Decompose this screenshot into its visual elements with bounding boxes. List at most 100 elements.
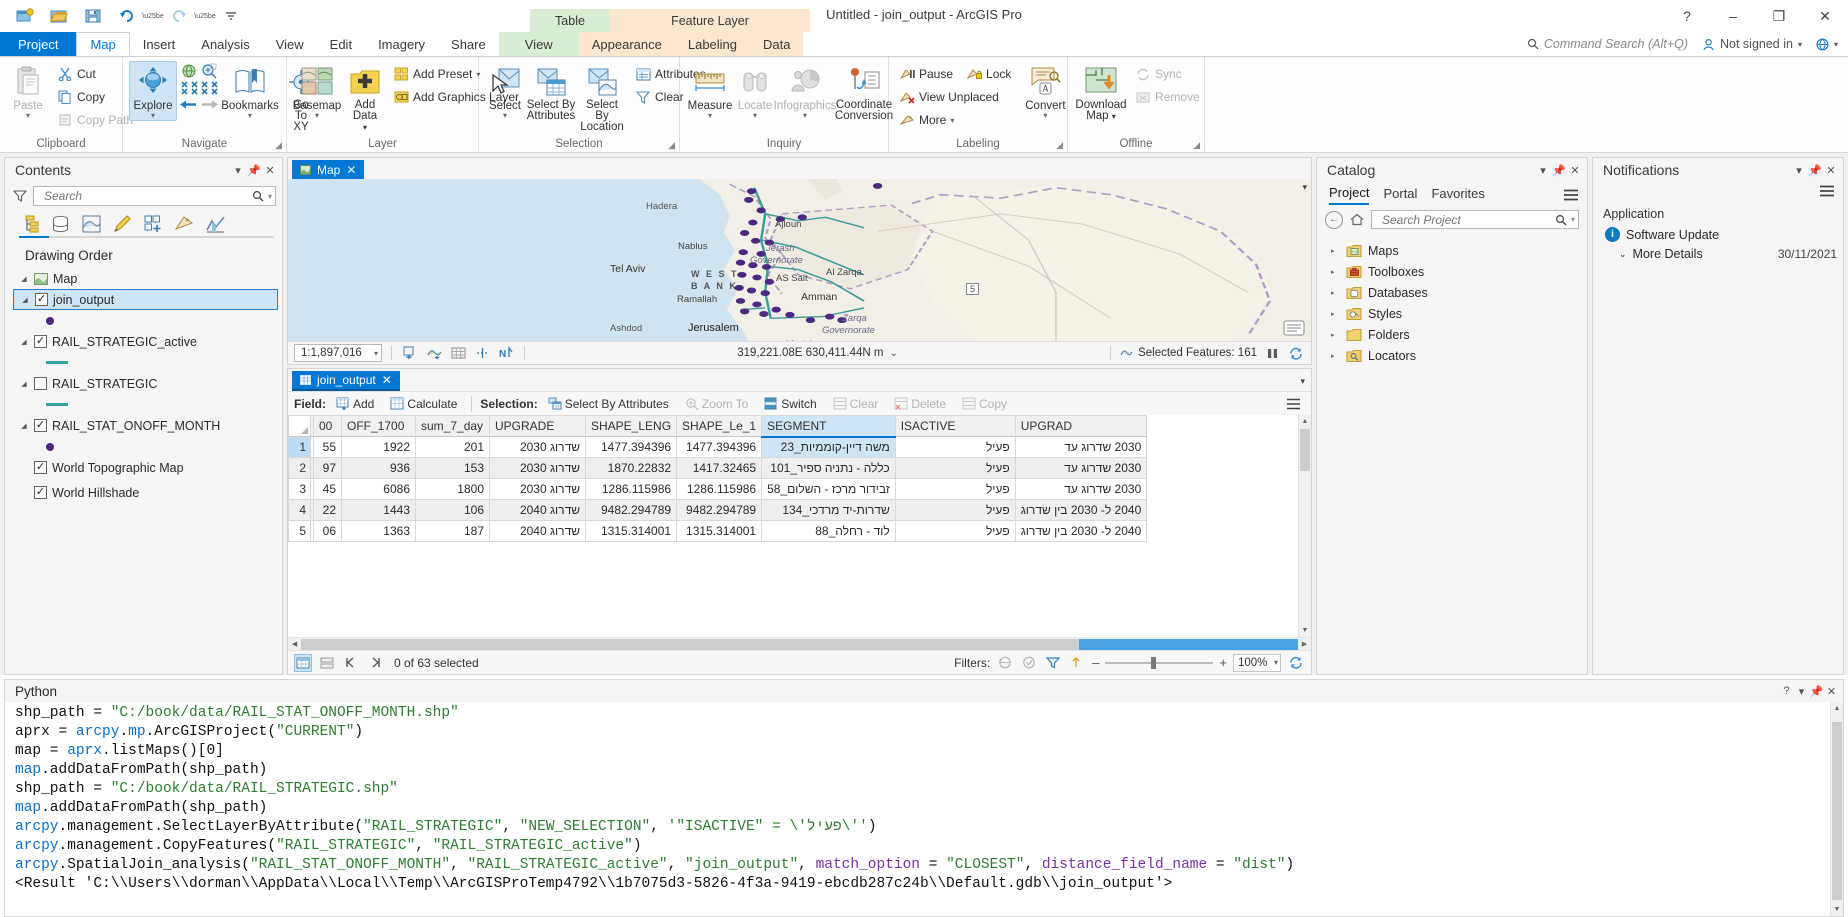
catalog-item-databases[interactable]: ▸ Databases bbox=[1327, 282, 1587, 303]
cell-sum-7-day[interactable]: 201 bbox=[416, 437, 490, 458]
command-search[interactable]: Command Search (Alt+Q) bbox=[1527, 37, 1688, 51]
cell-off-1700[interactable]: 1922 bbox=[342, 437, 416, 458]
contents-pin-icon[interactable]: 📌 bbox=[246, 161, 262, 179]
scroll-down-icon[interactable]: ▼ bbox=[1299, 624, 1311, 637]
cell-shape-leng[interactable]: 1286.115986 bbox=[586, 479, 677, 500]
row-number[interactable]: 5 bbox=[289, 521, 311, 542]
list-by-editing-icon[interactable] bbox=[112, 213, 133, 234]
undo-icon[interactable] bbox=[114, 4, 140, 28]
search-dropdown-icon[interactable]: ▾ bbox=[266, 192, 272, 201]
scroll-right-icon[interactable]: ▶ bbox=[1298, 640, 1311, 648]
column-header-off-1700[interactable]: OFF_1700 bbox=[342, 416, 416, 437]
pause-labeling-button[interactable]: Pause bbox=[895, 63, 960, 85]
remove-offline-button[interactable]: Remove bbox=[1131, 86, 1207, 108]
python-help-icon[interactable]: ? bbox=[1779, 683, 1794, 700]
bookmarks-caret-icon[interactable]: ▾ bbox=[248, 112, 252, 120]
hscroll-thumb[interactable] bbox=[301, 639, 1079, 650]
filter-icon[interactable] bbox=[13, 189, 27, 203]
table-copy-button[interactable]: Copy bbox=[956, 395, 1013, 413]
cell-upgrade[interactable]: שדרוג 2040 bbox=[490, 500, 586, 521]
list-by-snapping-icon[interactable] bbox=[143, 213, 164, 234]
cell-shape-leng[interactable]: 1477.394396 bbox=[586, 437, 677, 458]
tab-project[interactable]: Project bbox=[1329, 185, 1369, 205]
chevron-down-icon[interactable]: ⌄ bbox=[1619, 249, 1627, 260]
view-tab-close-icon[interactable]: ✕ bbox=[346, 163, 356, 177]
scroll-left-icon[interactable]: ◀ bbox=[288, 640, 301, 648]
expander-icon[interactable]: ▸ bbox=[1331, 331, 1340, 339]
column-header-c00[interactable]: 00 bbox=[314, 416, 342, 437]
cell-upgrade[interactable]: שדרוג 2040 bbox=[490, 521, 586, 542]
add-data-button[interactable]: AddData ▾ bbox=[344, 61, 386, 134]
more-labeling-caret-icon[interactable]: ▾ bbox=[950, 116, 954, 125]
table-row[interactable]: 4 22 1443 106 שדרוג 2040 9482.294789 948… bbox=[289, 500, 1147, 521]
catalog-options-menu-icon[interactable] bbox=[1563, 189, 1579, 201]
selected-features-status-icon[interactable] bbox=[425, 344, 443, 362]
tab-imagery[interactable]: Imagery bbox=[365, 32, 438, 56]
convert-labels-button[interactable]: A Convert ▾ bbox=[1021, 61, 1069, 121]
notification-item-software-update[interactable]: i Software Update bbox=[1593, 225, 1843, 244]
scroll-thumb[interactable] bbox=[1832, 722, 1842, 900]
measure-caret-icon[interactable]: ▾ bbox=[708, 112, 712, 120]
catalog-item-toolboxes[interactable]: ▸ Toolboxes bbox=[1327, 261, 1587, 282]
cell-isactive[interactable]: פעיל bbox=[895, 521, 1015, 542]
locate-button[interactable]: Locate ▾ bbox=[734, 61, 776, 121]
cell-segment[interactable]: זבידור מרכז - השלום_58 bbox=[762, 479, 896, 500]
locate-caret-icon[interactable]: ▾ bbox=[753, 112, 757, 120]
sidebar-item-rail-strategic-active[interactable]: ◢ ✓ RAIL_STRATEGIC_active bbox=[13, 331, 282, 352]
expander-icon[interactable]: ▸ bbox=[1331, 352, 1340, 360]
full-extent-icon[interactable] bbox=[181, 63, 198, 79]
column-header-upgrade[interactable]: UPGRADE bbox=[490, 416, 586, 437]
scale-dropdown-icon[interactable]: ▾ bbox=[374, 349, 378, 358]
cell-upgrad[interactable]: 2030 שדרוג עד bbox=[1015, 479, 1147, 500]
table-delete-button[interactable]: Delete bbox=[888, 395, 952, 413]
table-row[interactable]: 3 45 6086 1800 שדרוג 2030 1286.115986 12… bbox=[289, 479, 1147, 500]
cell-segment[interactable]: לוד - רחלה_88 bbox=[762, 521, 896, 542]
select-all-corner[interactable] bbox=[289, 416, 311, 437]
expander-icon[interactable]: ▸ bbox=[1331, 268, 1340, 276]
cell-shape-le-1[interactable]: 1417.32465 bbox=[677, 458, 762, 479]
ribbon-help[interactable]: ▾ bbox=[1816, 38, 1838, 51]
expander-icon[interactable]: ◢ bbox=[19, 422, 29, 430]
restore-button[interactable]: ❐ bbox=[1756, 1, 1802, 31]
zoom-slider-knob[interactable] bbox=[1151, 657, 1156, 669]
tab-view[interactable]: View bbox=[263, 32, 317, 56]
infographics-button[interactable]: Infographics ▾ bbox=[776, 61, 834, 121]
select-by-attributes-button[interactable]: Select ByAttributes bbox=[525, 61, 577, 123]
table-collapse-icon[interactable]: ▾ bbox=[1300, 376, 1305, 387]
catalog-item-locators[interactable]: ▸ Locators bbox=[1327, 345, 1587, 366]
scroll-down-icon[interactable]: ▼ bbox=[1831, 903, 1843, 916]
cell-shape-leng[interactable]: 1315.314001 bbox=[586, 521, 677, 542]
redo-dropdown-icon[interactable]: \u25be bbox=[200, 4, 210, 28]
python-pin-icon[interactable]: 📌 bbox=[1809, 683, 1824, 700]
table-zoom-slider[interactable] bbox=[1105, 656, 1213, 670]
refresh-map-icon[interactable] bbox=[1287, 344, 1305, 362]
zoom-to-selection-icon[interactable] bbox=[201, 63, 218, 79]
filter-definition-query-icon[interactable] bbox=[1044, 654, 1062, 672]
sidebar-item-world-topographic-map[interactable]: ✓ World Topographic Map bbox=[13, 457, 282, 478]
snapping-status-icon[interactable] bbox=[473, 344, 491, 362]
sort-icon[interactable] bbox=[1068, 654, 1086, 672]
scroll-up-icon[interactable]: ▲ bbox=[1831, 702, 1843, 715]
cell-c00[interactable]: 06 bbox=[314, 521, 342, 542]
python-console-body[interactable]: shp_path = "C:/book/data/RAIL_STAT_ONOFF… bbox=[5, 702, 1843, 916]
notifications-close-icon[interactable]: ✕ bbox=[1823, 161, 1839, 179]
cell-c00[interactable]: 22 bbox=[314, 500, 342, 521]
next-page-button[interactable] bbox=[366, 654, 384, 672]
redo-icon[interactable] bbox=[166, 4, 192, 28]
sidebar-item-rail-stat-onoff-month[interactable]: ◢ ✓ RAIL_STAT_ONOFF_MONTH bbox=[13, 415, 282, 436]
sidebar-item-rail-strategic[interactable]: ◢ RAIL_STRATEGIC bbox=[13, 373, 282, 394]
tab-insert[interactable]: Insert bbox=[130, 32, 189, 56]
cell-sum-7-day[interactable]: 187 bbox=[416, 521, 490, 542]
cell-isactive[interactable]: פעיל bbox=[895, 458, 1015, 479]
map-attribution-button[interactable] bbox=[1283, 319, 1305, 337]
hscroll-track[interactable] bbox=[301, 639, 1298, 650]
table-horizontal-scrollbar[interactable]: ◀ ▶ bbox=[288, 637, 1311, 650]
notifications-pin-icon[interactable]: 📌 bbox=[1807, 161, 1823, 179]
offline-dialog-launcher-icon[interactable]: ◢ bbox=[1193, 138, 1200, 153]
paste-caret-icon[interactable]: ▾ bbox=[26, 112, 30, 120]
cell-upgrad[interactable]: 2030 שדרוג עד bbox=[1015, 437, 1147, 458]
measure-button[interactable]: Measure ▾ bbox=[686, 61, 734, 121]
layer-checkbox[interactable]: ✓ bbox=[34, 335, 47, 348]
catalog-search-input[interactable] bbox=[1380, 212, 1553, 228]
back-icon[interactable]: ← bbox=[1325, 211, 1343, 229]
